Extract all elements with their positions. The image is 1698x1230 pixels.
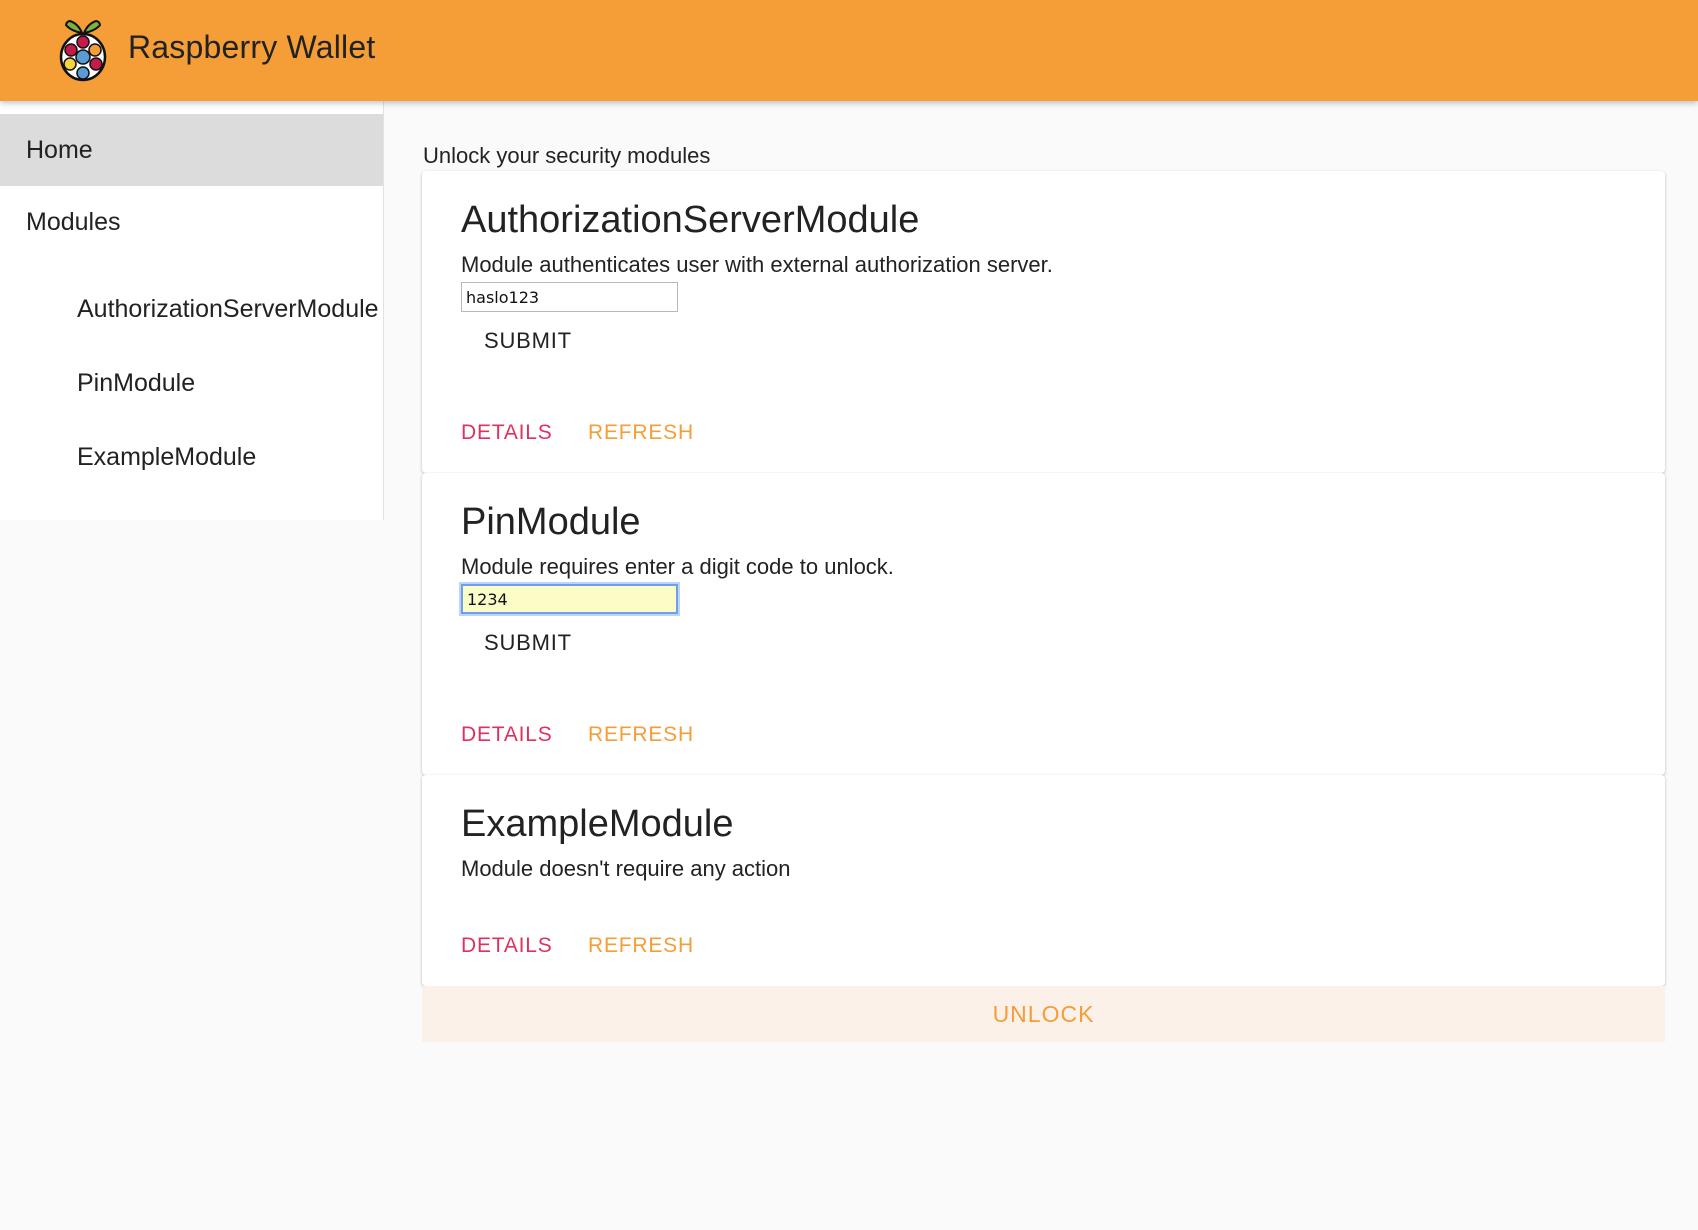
card-description: Module authenticates user with external … bbox=[461, 252, 1053, 277]
unlock-button[interactable]: UNLOCK bbox=[422, 986, 1665, 1042]
submit-button[interactable]: SUBMIT bbox=[484, 630, 572, 656]
sidebar-item-home[interactable]: Home bbox=[0, 114, 383, 186]
submit-button[interactable]: SUBMIT bbox=[484, 328, 572, 354]
card-title: PinModule bbox=[461, 501, 641, 543]
sidebar: Home Modules AuthorizationServerModule P… bbox=[0, 101, 384, 520]
details-button[interactable]: DETAILS bbox=[461, 421, 553, 445]
card-description: Module requires enter a digit code to un… bbox=[461, 554, 894, 579]
password-input[interactable] bbox=[461, 282, 678, 312]
card-title: AuthorizationServerModule bbox=[461, 199, 920, 241]
card-title: ExampleModule bbox=[461, 803, 734, 845]
page-subtitle: Unlock your security modules bbox=[423, 143, 711, 168]
module-card-pin: PinModule Module requires enter a digit … bbox=[422, 473, 1665, 775]
sidebar-item-modules[interactable]: Modules bbox=[0, 186, 383, 258]
module-card-authorizationserver: AuthorizationServerModule Module authent… bbox=[422, 171, 1665, 473]
sidebar-item-pinmodule[interactable]: PinModule bbox=[0, 346, 383, 420]
details-button[interactable]: DETAILS bbox=[461, 934, 553, 958]
sidebar-item-examplemodule[interactable]: ExampleModule bbox=[0, 420, 383, 494]
refresh-button[interactable]: REFRESH bbox=[588, 723, 694, 747]
raspberry-pi-logo-icon bbox=[59, 19, 107, 82]
pin-input[interactable] bbox=[461, 584, 678, 614]
app-bar: Raspberry Wallet bbox=[0, 0, 1698, 101]
card-description: Module doesn't require any action bbox=[461, 856, 791, 881]
sidebar-item-authorizationservermodule[interactable]: AuthorizationServerModule bbox=[0, 272, 383, 346]
app-title: Raspberry Wallet bbox=[128, 29, 376, 65]
module-card-example: ExampleModule Module doesn't require any… bbox=[422, 775, 1665, 986]
refresh-button[interactable]: REFRESH bbox=[588, 934, 694, 958]
details-button[interactable]: DETAILS bbox=[461, 723, 553, 747]
refresh-button[interactable]: REFRESH bbox=[588, 421, 694, 445]
